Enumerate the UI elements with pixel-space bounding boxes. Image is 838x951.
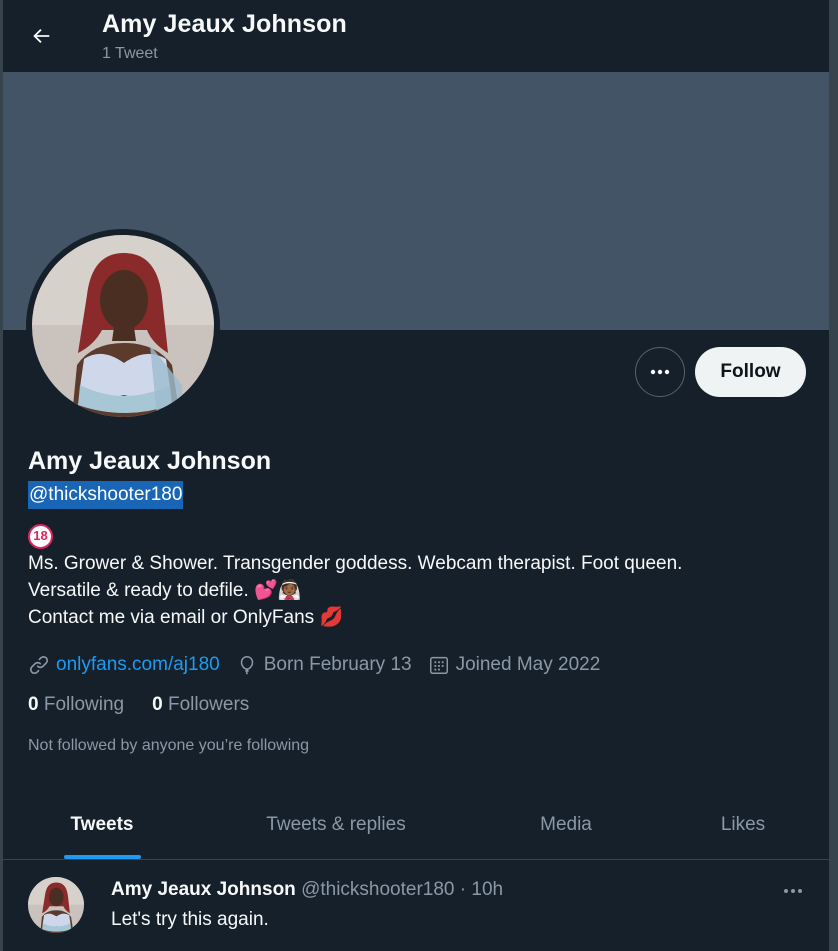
- website-item: onlyfans.com/aj180: [28, 654, 220, 676]
- profile-handle: @thickshooter180: [28, 481, 184, 509]
- tab-tweets-replies[interactable]: Tweets & replies: [201, 790, 471, 859]
- profile-tabs: Tweets Tweets & replies Media Likes: [3, 790, 829, 860]
- followers-count: 0: [152, 694, 163, 715]
- profile-name: Amy Jeaux Johnson: [28, 447, 272, 475]
- bio-line-2: Versatile & ready to defile.: [28, 580, 249, 601]
- tweet-handle-time: @thickshooter180 · 10h: [301, 879, 504, 900]
- birthday-text: Born February 13: [263, 654, 412, 675]
- tab-tweets-replies-label: Tweets & replies: [266, 813, 406, 835]
- tweet-author-name[interactable]: Amy Jeaux Johnson: [111, 879, 296, 900]
- follow-stats: 0 Following 0 Followers: [28, 694, 277, 716]
- followers-label: Followers: [167, 694, 250, 715]
- calendar-icon: [429, 656, 448, 674]
- tweet-avatar[interactable]: [28, 877, 84, 933]
- bio-line-3: Contact me via email or OnlyFans: [28, 607, 315, 628]
- back-arrow-icon: [33, 28, 50, 44]
- bio-line-1: Ms. Grower & Shower. Transgender goddess…: [28, 553, 683, 574]
- not-followed-note: Not followed by anyone you’re following: [28, 737, 310, 754]
- tab-tweets[interactable]: Tweets: [3, 790, 201, 859]
- more-icon: [650, 369, 670, 375]
- bio-emoji-heart-bride: 💕👰🏾: [254, 580, 302, 601]
- adult-badge-icon: 18: [28, 524, 53, 550]
- profile-meta: onlyfans.com/aj180 Born February 13 Join…: [28, 651, 616, 679]
- balloon-icon: [240, 656, 253, 675]
- tab-tweets-label: Tweets: [70, 813, 134, 835]
- tab-media-label: Media: [540, 813, 592, 835]
- active-tab-indicator: [64, 855, 141, 859]
- tweet-count: 1 Tweet: [102, 45, 158, 62]
- joined-text: Joined May 2022: [455, 654, 601, 675]
- website-link[interactable]: onlyfans.com/aj180: [56, 654, 220, 676]
- following-count: 0: [28, 694, 39, 715]
- tab-likes-label: Likes: [720, 813, 766, 835]
- tab-likes[interactable]: Likes: [661, 790, 825, 859]
- profile-bio: 18 Ms. Grower & Shower. Transgender godd…: [28, 523, 808, 631]
- top-bar: Amy Jeaux Johnson 1 Tweet: [3, 0, 829, 72]
- tweet-header: Amy Jeaux Johnson @thickshooter180 · 10h: [111, 879, 503, 901]
- more-options-button[interactable]: [635, 347, 685, 397]
- link-icon: [29, 655, 49, 675]
- header-title: Amy Jeaux Johnson: [102, 10, 347, 38]
- profile-page: Amy Jeaux Johnson 1 Tweet Follow Amy Jea…: [0, 0, 838, 951]
- following-stat[interactable]: 0 Following: [28, 694, 124, 716]
- birthday-item: Born February 13: [236, 654, 412, 676]
- joined-item: Joined May 2022: [428, 654, 601, 676]
- tweet-more-button[interactable]: [775, 879, 811, 903]
- follow-button[interactable]: Follow: [695, 347, 806, 397]
- tweet-text: Let's try this again.: [111, 909, 269, 930]
- following-label: Following: [43, 694, 125, 715]
- avatar[interactable]: [26, 229, 220, 423]
- bio-emoji-kiss: 💋: [319, 607, 344, 628]
- followers-stat[interactable]: 0 Followers: [152, 694, 249, 716]
- tweet[interactable]: Amy Jeaux Johnson @thickshooter180 · 10h…: [3, 861, 829, 951]
- more-icon: [784, 889, 802, 893]
- back-button[interactable]: [23, 18, 59, 54]
- avatar-photo: [32, 235, 214, 417]
- tab-media[interactable]: Media: [471, 790, 661, 859]
